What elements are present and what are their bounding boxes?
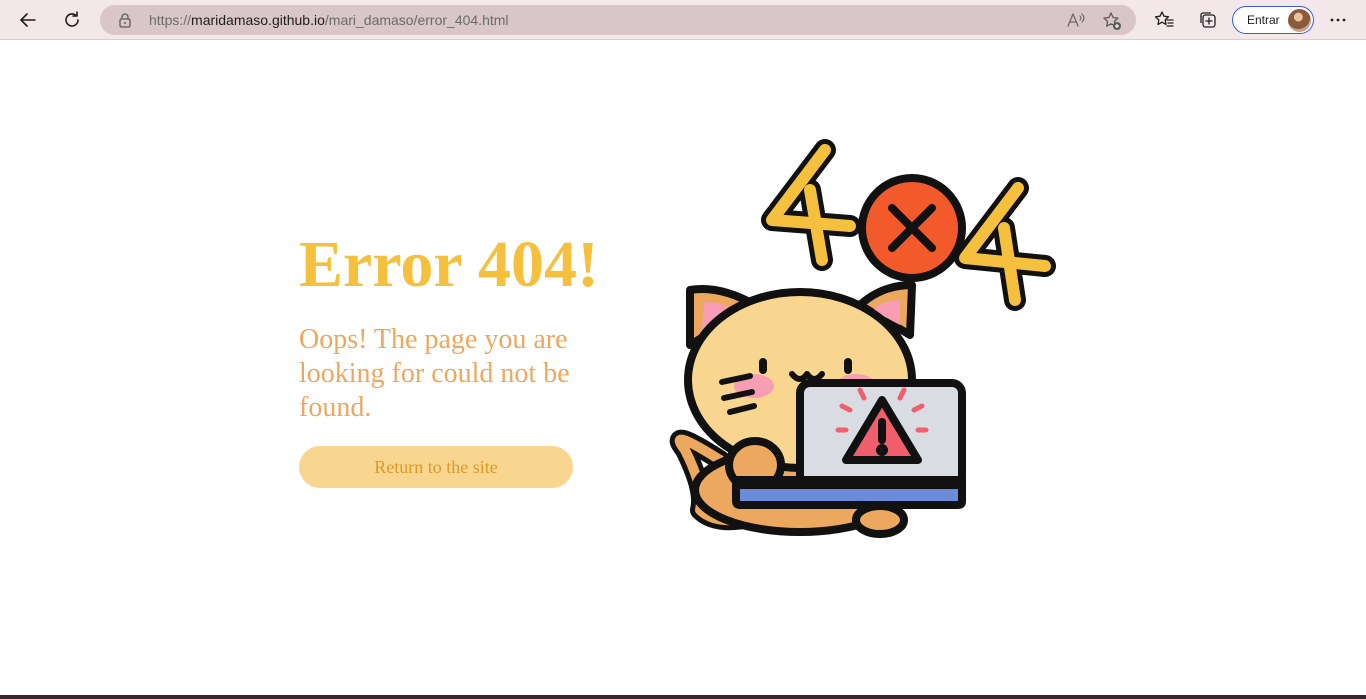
taskbar-edge: [0, 695, 1366, 699]
lock-icon: [119, 13, 131, 28]
back-button[interactable]: [13, 5, 43, 35]
error-message: Oops! The page you are looking for could…: [299, 324, 570, 423]
browser-toolbar: https://maridamaso.github.io/mari_damaso…: [0, 0, 1366, 40]
signin-label: Entrar: [1247, 13, 1280, 27]
refresh-button[interactable]: [57, 5, 87, 35]
avatar: [1288, 9, 1311, 32]
address-bar[interactable]: https://maridamaso.github.io/mari_damaso…: [100, 5, 1136, 35]
page-title: Error 404!: [299, 228, 599, 301]
favorites-button[interactable]: [1149, 5, 1179, 35]
add-favorite-icon[interactable]: [1102, 11, 1122, 31]
url-host: maridamaso.github.io: [191, 12, 325, 28]
cat-laptop-404-illustration: [669, 139, 1056, 538]
refresh-icon: [65, 11, 79, 27]
url-scheme: https://: [149, 12, 192, 28]
back-icon: [20, 13, 36, 27]
signin-button[interactable]: Entrar: [1232, 6, 1314, 34]
url-path: /mari_damaso/error_404.html: [324, 12, 509, 28]
more-button[interactable]: [1323, 5, 1353, 35]
read-aloud-icon[interactable]: [1066, 11, 1086, 29]
return-to-site-button[interactable]: Return to the site: [299, 446, 573, 488]
favorites-icon: [1154, 11, 1174, 27]
collections-icon: [1200, 12, 1216, 28]
url-text: https://maridamaso.github.io/mari_damaso…: [149, 5, 509, 35]
more-icon: [1330, 18, 1346, 22]
collections-button[interactable]: [1193, 5, 1223, 35]
